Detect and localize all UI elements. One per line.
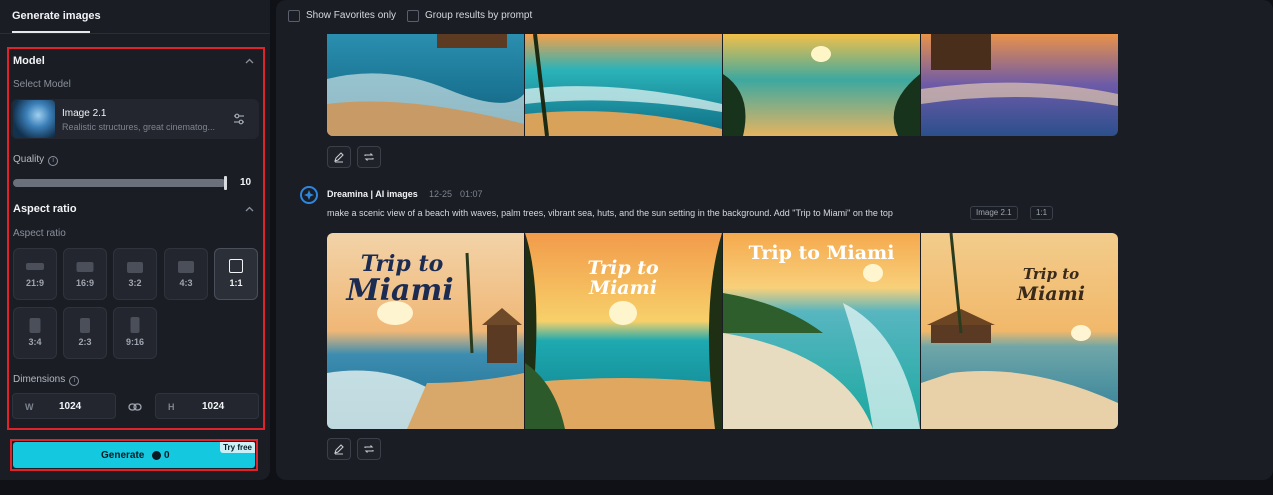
ratio-shape-icon [178, 261, 194, 273]
select-model-label: Select Model [13, 79, 71, 90]
ratio-shape-icon [26, 263, 44, 270]
app: Generate images Model Select Model Image… [0, 0, 1273, 495]
entry-time: 01:07 [460, 189, 483, 199]
overlay-title-line1: Trip to [1022, 265, 1080, 283]
pencil-icon [334, 152, 344, 163]
result-image[interactable] [525, 34, 722, 136]
width-field[interactable]: W 1024 [12, 393, 116, 419]
ratio-tag: 1:1 [1030, 206, 1054, 220]
entry-prompt[interactable]: make a scenic view of a beach with waves… [327, 208, 893, 218]
collapse-model-icon[interactable] [245, 56, 254, 64]
regenerate-button[interactable] [357, 438, 381, 460]
repeat-icon [364, 445, 374, 453]
tab-generate-images[interactable]: Generate images [12, 10, 101, 22]
entry-date: 12-25 [429, 189, 453, 199]
aspect-ratio-sublabel: Aspect ratio [13, 228, 66, 239]
dimensions-label-wrap: Dimensions i [13, 374, 80, 386]
regenerate-button[interactable] [357, 146, 381, 168]
model-thumbnail [13, 100, 55, 138]
credit-coin-icon [152, 451, 161, 460]
generate-label: Generate [101, 450, 145, 461]
aspect-ratio-section-title[interactable]: Aspect ratio [13, 203, 77, 215]
ratio-label: 16:9 [75, 278, 94, 288]
result-image[interactable]: Trip to Miami [525, 233, 722, 429]
generate-button[interactable]: Generate 0 Try free [13, 442, 255, 468]
results-area: Show Favorites only Group results by pro… [276, 0, 1273, 480]
ratio-shape-icon [76, 262, 94, 272]
dimensions-label: Dimensions [13, 374, 66, 385]
ratio-label: 3:4 [28, 337, 42, 347]
model-selector[interactable]: Image 2.1 Realistic structures, great ci… [11, 99, 259, 139]
ratio-shape-icon [127, 262, 143, 273]
link-icon[interactable] [128, 400, 142, 412]
result-image[interactable] [327, 34, 524, 136]
height-value: 1024 [202, 401, 225, 412]
ratio-option-4-3[interactable]: 4:3 [164, 248, 208, 300]
group-checkbox[interactable] [407, 10, 419, 22]
result-image[interactable] [921, 34, 1118, 136]
overlay-title-line2: Miami [1017, 283, 1085, 305]
ratio-shape-icon [229, 259, 243, 273]
ratio-option-21-9[interactable]: 21:9 [13, 248, 57, 300]
height-letter: H [168, 402, 175, 412]
quality-slider-handle[interactable] [224, 176, 227, 190]
overlay-title-line2: Miami [346, 273, 454, 308]
ratio-option-16-9[interactable]: 16:9 [63, 248, 107, 300]
try-free-badge: Try free [220, 442, 255, 453]
model-section-title[interactable]: Model [13, 55, 45, 67]
overlay-title-line2: Miami [589, 277, 657, 299]
ratio-shape-icon [80, 318, 90, 333]
result-image[interactable]: Trip to Miami [327, 233, 524, 429]
height-field[interactable]: H 1024 [155, 393, 259, 419]
ratio-label: 4:3 [179, 278, 193, 288]
ratio-label: 2:3 [78, 337, 92, 347]
generate-credits: 0 [164, 450, 170, 461]
ratio-option-3-4[interactable]: 3:4 [13, 307, 57, 359]
info-icon[interactable]: i [48, 156, 59, 166]
quality-label: Quality [13, 154, 45, 165]
model-tag: Image 2.1 [970, 206, 1018, 220]
left-panel: Generate images Model Select Model Image… [0, 0, 270, 480]
settings-panel: Model Select Model Image 2.1 Realistic s… [7, 47, 265, 430]
ratio-option-9-16[interactable]: 9:16 [113, 307, 157, 359]
group-label[interactable]: Group results by prompt [425, 10, 532, 21]
width-letter: W [25, 402, 34, 412]
edit-button[interactable] [327, 438, 351, 460]
tab-bar: Generate images [0, 0, 270, 34]
generate-highlight: Generate 0 Try free [10, 439, 258, 471]
sliders-icon[interactable] [231, 111, 247, 127]
favorites-checkbox[interactable] [288, 10, 300, 22]
ratio-option-1-1[interactable]: 1:1 [214, 248, 258, 300]
overlay-title-line1: Trip to [587, 257, 659, 279]
ratio-option-2-3[interactable]: 2:3 [63, 307, 107, 359]
favorites-label[interactable]: Show Favorites only [306, 10, 396, 21]
quality-label-wrap: Quality i [13, 154, 59, 166]
result-image[interactable]: Trip to Miami [723, 233, 920, 429]
pencil-icon [334, 444, 344, 455]
result-image[interactable] [723, 34, 920, 136]
ratio-label: 21:9 [25, 278, 44, 288]
ratio-shape-icon [29, 318, 41, 333]
ratio-shape-icon [130, 317, 140, 333]
ratio-label: 9:16 [125, 337, 144, 347]
model-name: Image 2.1 [62, 108, 107, 119]
repeat-icon [364, 153, 374, 161]
dreamina-avatar [300, 186, 318, 204]
width-value: 1024 [59, 401, 82, 412]
ratio-label: 1:1 [229, 278, 243, 288]
collapse-aspect-icon[interactable] [245, 204, 254, 212]
info-icon[interactable]: i [69, 376, 80, 386]
ratio-label: 3:2 [128, 278, 142, 288]
model-description: Realistic structures, great cinematog... [62, 122, 216, 132]
edit-button[interactable] [327, 146, 351, 168]
quality-value: 10 [240, 177, 252, 188]
tab-underline [12, 31, 90, 33]
entry-author: Dreamina | AI images [327, 189, 418, 199]
result-image[interactable]: Trip to Miami [921, 233, 1118, 429]
quality-slider[interactable] [13, 179, 226, 187]
overlay-title: Trip to Miami [748, 242, 895, 264]
ratio-option-3-2[interactable]: 3:2 [113, 248, 157, 300]
